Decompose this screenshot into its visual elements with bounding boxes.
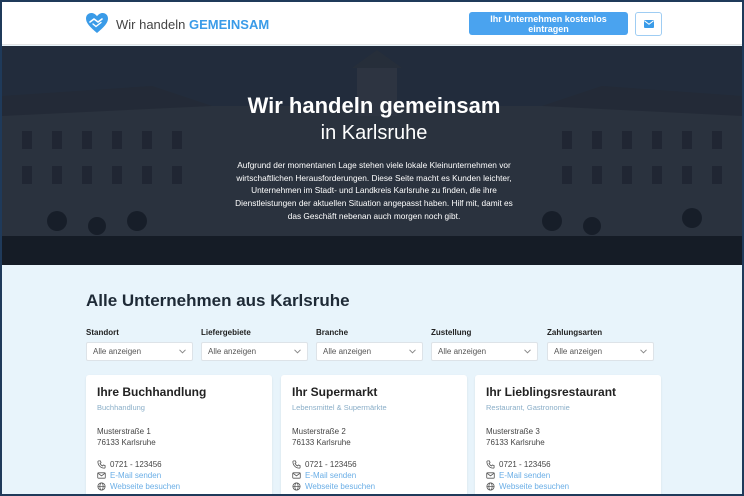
- company-city: 76133 Karlsruhe: [97, 438, 156, 447]
- company-name[interactable]: Ihr Lieblingsrestaurant: [486, 385, 616, 399]
- visit-website-link[interactable]: Webseite besuchen: [292, 482, 375, 491]
- company-phone[interactable]: 0721 - 123456: [97, 460, 162, 469]
- register-company-button[interactable]: Ihr Unternehmen kostenlos eintragen: [469, 12, 628, 35]
- standort-select[interactable]: Alle anzeigen: [86, 342, 193, 361]
- send-email-link[interactable]: E-Mail senden: [97, 471, 161, 480]
- email-label: E-Mail senden: [499, 471, 551, 480]
- castle-background-image: [2, 46, 742, 265]
- brand-prefix: Wir handeln: [116, 17, 186, 32]
- globe-icon: [97, 482, 106, 491]
- company-phone[interactable]: 0721 - 123456: [486, 460, 551, 469]
- company-city: 76133 Karlsruhe: [486, 438, 545, 447]
- filter-label: Zustellung: [431, 328, 472, 337]
- hero-banner: Wir handeln gemeinsam in Karlsruhe Aufgr…: [2, 46, 742, 265]
- envelope-icon: [292, 472, 301, 479]
- envelope-icon: [643, 20, 654, 28]
- filter-zustellung: Zustellung Alle anzeigen: [431, 328, 538, 361]
- company-card-buchhandlung[interactable]: Ihre Buchhandlung Buchhandlung Musterstr…: [86, 375, 272, 494]
- select-value: Alle anzeigen: [438, 347, 487, 356]
- site-header: Wir handeln GEMEINSAM Ihr Unternehmen ko…: [2, 2, 742, 45]
- company-category: Restaurant, Gastronomie: [486, 403, 570, 412]
- filter-label: Branche: [316, 328, 349, 337]
- company-name[interactable]: Ihr Supermarkt: [292, 385, 377, 399]
- company-card-supermarkt[interactable]: Ihr Supermarkt Lebensmittel & Supermärkt…: [281, 375, 467, 494]
- globe-icon: [486, 482, 495, 491]
- visit-website-link[interactable]: Webseite besuchen: [486, 482, 569, 491]
- chevron-down-icon: [409, 349, 416, 354]
- email-label: E-Mail senden: [305, 471, 357, 480]
- send-email-link[interactable]: E-Mail senden: [486, 471, 550, 480]
- website-label: Webseite besuchen: [110, 482, 181, 491]
- chevron-down-icon: [640, 349, 647, 354]
- hero-description: Aufgrund der momentanen Lage stehen viel…: [235, 160, 513, 221]
- envelope-icon: [486, 472, 495, 479]
- company-name[interactable]: Ihre Buchhandlung: [97, 385, 206, 399]
- phone-icon: [97, 460, 106, 469]
- select-value: Alle anzeigen: [93, 347, 142, 356]
- filter-standort: Standort Alle anzeigen: [86, 328, 193, 361]
- phone-icon: [292, 460, 301, 469]
- chevron-down-icon: [294, 349, 301, 354]
- zustellung-select[interactable]: Alle anzeigen: [431, 342, 538, 361]
- filter-branche: Branche Alle anzeigen: [316, 328, 423, 361]
- globe-icon: [292, 482, 301, 491]
- select-value: Alle anzeigen: [554, 347, 603, 356]
- chevron-down-icon: [179, 349, 186, 354]
- phone-number: 0721 - 123456: [305, 460, 357, 469]
- chevron-down-icon: [524, 349, 531, 354]
- send-email-link[interactable]: E-Mail senden: [292, 471, 356, 480]
- company-category: Buchhandlung: [97, 403, 145, 412]
- company-city: 76133 Karlsruhe: [292, 438, 351, 447]
- page-frame: Wir handeln GEMEINSAM Ihr Unternehmen ko…: [0, 0, 744, 496]
- filter-liefergebiete: Liefergebiete Alle anzeigen: [201, 328, 308, 361]
- brand-bold: GEMEINSAM: [189, 17, 270, 32]
- envelope-icon: [97, 472, 106, 479]
- website-label: Webseite besuchen: [499, 482, 570, 491]
- select-value: Alle anzeigen: [323, 347, 372, 356]
- branche-select[interactable]: Alle anzeigen: [316, 342, 423, 361]
- zahlungsarten-select[interactable]: Alle anzeigen: [547, 342, 654, 361]
- company-card-restaurant[interactable]: Ihr Lieblingsrestaurant Restaurant, Gast…: [475, 375, 661, 494]
- company-street: Musterstraße 2: [292, 427, 346, 436]
- phone-icon: [486, 460, 495, 469]
- heart-handshake-icon[interactable]: [85, 12, 109, 34]
- liefergebiete-select[interactable]: Alle anzeigen: [201, 342, 308, 361]
- hero-subtitle: in Karlsruhe: [320, 122, 428, 144]
- filter-zahlungsarten: Zahlungsarten Alle anzeigen: [547, 328, 654, 361]
- company-phone[interactable]: 0721 - 123456: [292, 460, 357, 469]
- company-street: Musterstraße 3: [486, 427, 540, 436]
- filter-label: Liefergebiete: [201, 328, 251, 337]
- filter-label: Standort: [86, 328, 119, 337]
- filter-label: Zahlungsarten: [547, 328, 603, 337]
- email-label: E-Mail senden: [110, 471, 162, 480]
- company-category: Lebensmittel & Supermärkte: [292, 403, 387, 412]
- contact-mail-button[interactable]: [635, 12, 662, 36]
- hero-title: Wir handeln gemeinsam: [247, 93, 501, 118]
- brand-name[interactable]: Wir handeln GEMEINSAM: [116, 17, 269, 32]
- company-street: Musterstraße 1: [97, 427, 151, 436]
- select-value: Alle anzeigen: [208, 347, 257, 356]
- companies-section-title: Alle Unternehmen aus Karlsruhe: [86, 291, 350, 310]
- visit-website-link[interactable]: Webseite besuchen: [97, 482, 180, 491]
- website-label: Webseite besuchen: [305, 482, 376, 491]
- phone-number: 0721 - 123456: [499, 460, 551, 469]
- phone-number: 0721 - 123456: [110, 460, 162, 469]
